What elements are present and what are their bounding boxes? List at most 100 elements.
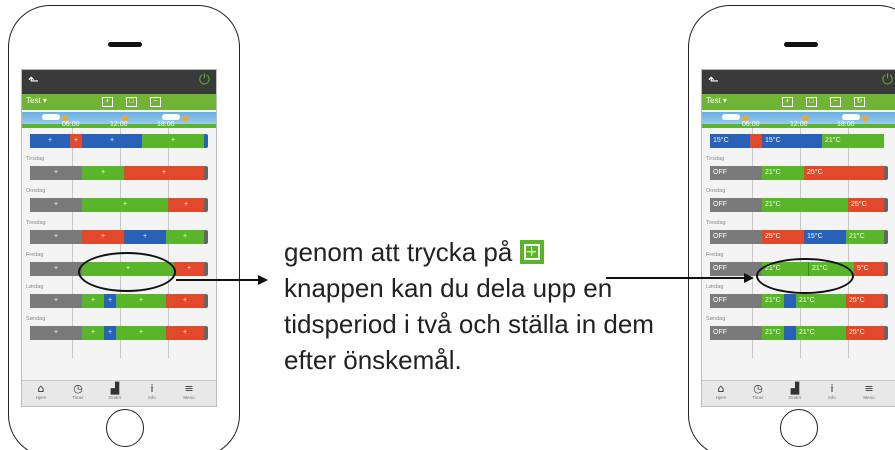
nav-info[interactable]: i Info <box>817 383 847 401</box>
day-timeline: 06:00 12:00 18:00 <box>702 112 895 128</box>
stats-icon: ▟ <box>790 382 800 395</box>
period-bar[interactable]: + <box>82 166 124 180</box>
nav-home[interactable]: ⌂ Hjem <box>706 383 736 401</box>
nav-label: Hjem <box>35 395 47 400</box>
row-end <box>884 294 888 308</box>
nav-label: Menu <box>183 395 195 400</box>
period-bar[interactable]: + <box>82 326 104 340</box>
nav-menu[interactable]: ≡ Menu <box>854 383 884 401</box>
period-bar[interactable]: + <box>124 166 204 180</box>
period-bar[interactable]: OFF <box>710 262 762 276</box>
period-bar[interactable]: 21°C <box>762 326 784 340</box>
period-bar[interactable] <box>750 134 762 148</box>
timer-icon: ◷ <box>73 382 83 395</box>
nav-timer[interactable]: ◷ Timer <box>63 382 93 401</box>
power-icon[interactable]: ⏻ <box>882 72 893 88</box>
period-bar[interactable]: 21°C <box>762 294 784 308</box>
period-bar[interactable]: + <box>30 262 82 276</box>
period-bar[interactable]: 15°C <box>804 230 846 244</box>
back-arrow-icon[interactable]: ⬑ <box>28 74 39 88</box>
period-bar[interactable]: + <box>116 294 166 308</box>
day-label: Lørdag <box>706 284 724 290</box>
time-tick: 06:00 <box>62 121 80 128</box>
nav-stats[interactable]: ▟ Grafer <box>780 382 810 401</box>
period-bar[interactable]: + <box>104 294 116 308</box>
period-bar[interactable]: 21°C <box>822 134 884 148</box>
row-end <box>204 230 208 244</box>
nav-stats[interactable]: ▟ Grafer <box>100 383 130 401</box>
period-bar[interactable]: + <box>30 326 82 340</box>
refresh-button[interactable]: ↻ <box>854 97 865 107</box>
row-end <box>204 326 208 340</box>
period-bar[interactable]: 25°C <box>846 326 884 340</box>
day-label: Torsdag <box>26 220 46 226</box>
copy-button[interactable]: □ <box>126 97 137 107</box>
nav-home[interactable]: ⌂ Hjem <box>26 383 56 401</box>
highlight-ellipse-right <box>756 258 854 294</box>
program-select[interactable]: Test ▾ <box>706 96 727 105</box>
nav-timer[interactable]: ◷ Timer <box>743 383 773 401</box>
row-end <box>884 262 888 276</box>
period-bar[interactable]: + <box>82 134 142 148</box>
nav-info[interactable]: i Info <box>137 383 167 401</box>
home-button[interactable] <box>780 409 818 447</box>
remove-button[interactable]: − <box>830 97 841 107</box>
copy-button[interactable]: □ <box>806 97 817 107</box>
period-bar[interactable]: + <box>30 134 70 148</box>
phone-speaker <box>108 42 142 47</box>
period-bar[interactable]: + <box>82 230 124 244</box>
period-bar[interactable]: + <box>82 294 104 308</box>
period-bar[interactable]: 21°C <box>796 326 846 340</box>
period-bar[interactable]: 5°C <box>854 262 884 276</box>
program-select[interactable]: Test ▾ <box>26 96 47 105</box>
period-bar[interactable]: 25°C <box>846 294 884 308</box>
top-bar: ⬑ ⏻ <box>22 70 216 94</box>
period-bar[interactable]: + <box>168 198 204 212</box>
time-tick: 18:00 <box>157 121 175 128</box>
period-bar[interactable]: + <box>30 198 82 212</box>
period-bar[interactable]: + <box>142 134 204 148</box>
day-label: Søndag <box>26 316 46 322</box>
period-bar[interactable]: 25°C <box>762 230 804 244</box>
period-bar[interactable]: + <box>30 166 82 180</box>
program-bar: Test ▾ + □ − ↻ <box>702 94 895 110</box>
home-button[interactable] <box>106 409 144 447</box>
period-bar[interactable]: 25°C <box>848 198 884 212</box>
power-icon[interactable]: ⏻ <box>199 72 210 88</box>
period-bar[interactable]: OFF <box>710 198 762 212</box>
period-bar[interactable]: OFF <box>710 326 762 340</box>
add-button[interactable]: + <box>782 97 793 107</box>
time-tick: 18:00 <box>837 121 855 128</box>
row-end <box>204 134 208 148</box>
back-arrow-icon[interactable]: ⬑ <box>708 74 719 88</box>
add-button[interactable]: + <box>102 97 113 107</box>
period-bar[interactable] <box>784 326 796 340</box>
period-bar[interactable]: 21°C <box>796 294 846 308</box>
period-bar[interactable]: OFF <box>710 294 762 308</box>
day-timeline: 06:00 12:00 18:00 <box>22 112 216 128</box>
period-bar[interactable]: + <box>116 326 166 340</box>
period-bar[interactable]: + <box>174 262 204 276</box>
remove-button[interactable]: − <box>150 97 161 107</box>
period-bar[interactable] <box>784 294 796 308</box>
period-bar[interactable]: + <box>124 230 166 244</box>
period-bar[interactable]: + <box>70 134 82 148</box>
period-bar[interactable]: 25°C <box>804 166 884 180</box>
period-bar[interactable]: 15°C <box>762 134 822 148</box>
period-bar[interactable]: 21°C <box>762 198 848 212</box>
period-bar[interactable]: 21°C <box>846 230 884 244</box>
period-bar[interactable]: + <box>166 294 204 308</box>
period-bar[interactable]: OFF <box>710 166 762 180</box>
period-bar[interactable]: 21°C <box>762 166 804 180</box>
period-bar[interactable]: + <box>104 326 116 340</box>
period-bar[interactable]: OFF <box>710 230 762 244</box>
nav-menu[interactable]: ≡ Menu <box>174 383 204 401</box>
period-bar[interactable]: + <box>166 326 204 340</box>
arrow-line-left <box>176 279 260 281</box>
period-bar[interactable]: + <box>30 230 82 244</box>
period-bar[interactable]: + <box>166 230 204 244</box>
period-bar[interactable]: + <box>30 294 82 308</box>
period-bar[interactable]: 15°C <box>710 134 750 148</box>
period-bar[interactable]: + <box>82 198 168 212</box>
nav-label: Grafer <box>108 395 122 400</box>
